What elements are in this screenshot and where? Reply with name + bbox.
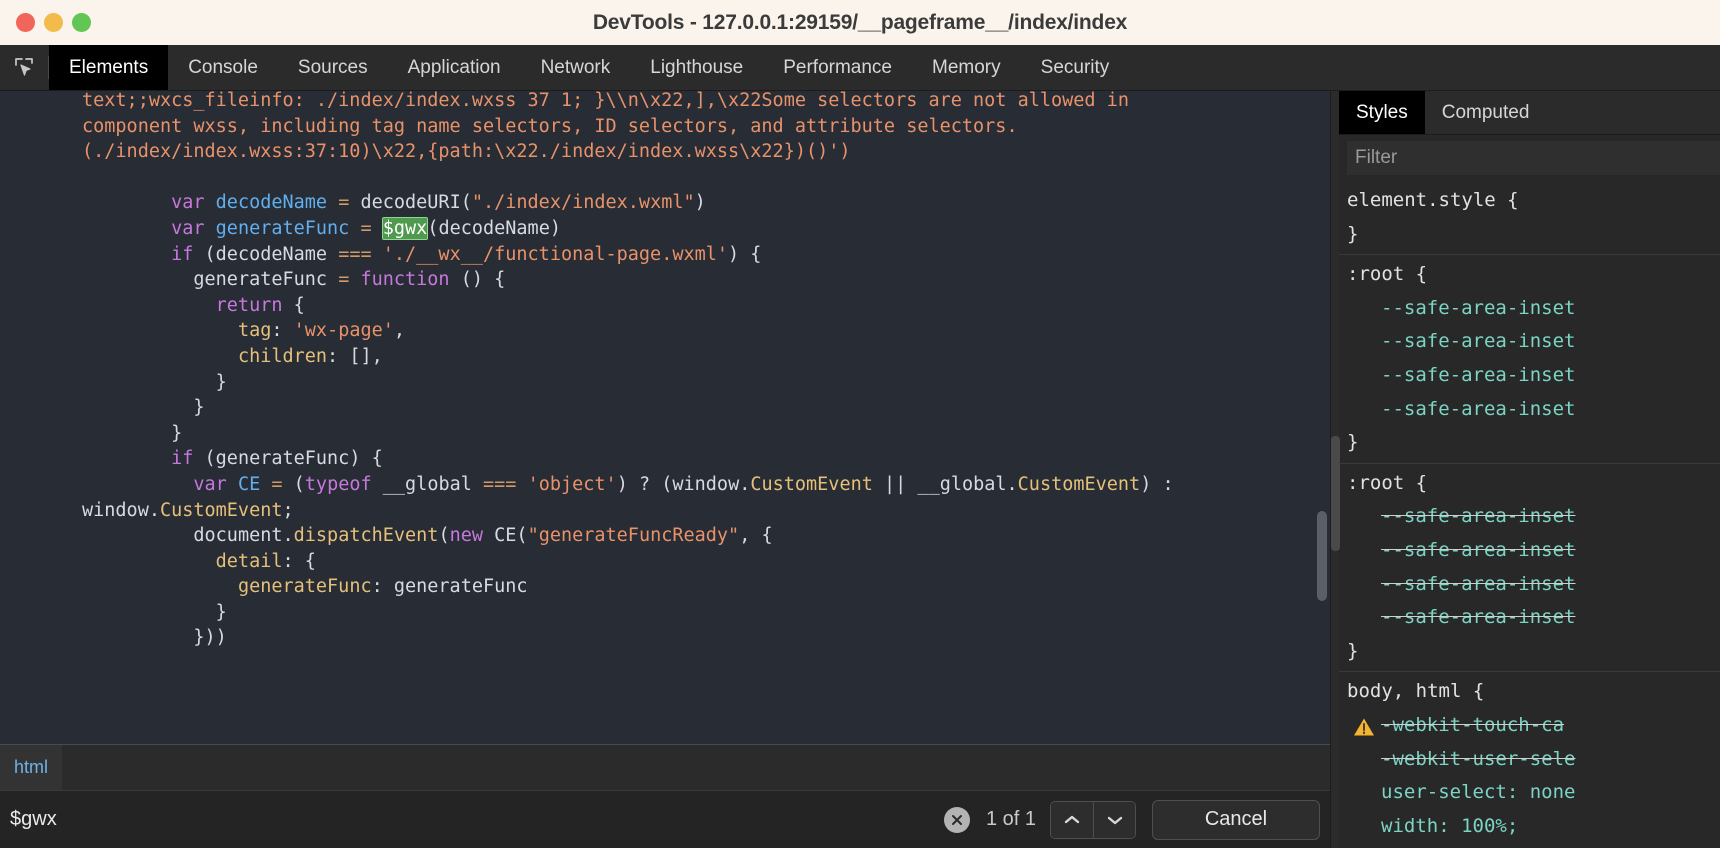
tab-lighthouse[interactable]: Lighthouse xyxy=(630,45,763,90)
code-line-generatefunc-prop: generateFunc: generateFunc xyxy=(237,576,528,598)
tab-computed[interactable]: Computed xyxy=(1425,91,1547,134)
chevron-up-icon[interactable] xyxy=(1051,801,1093,838)
cancel-button[interactable]: Cancel xyxy=(1152,799,1320,840)
inspect-element-icon[interactable] xyxy=(0,45,48,90)
tab-console[interactable]: Console xyxy=(168,45,278,90)
warning-icon xyxy=(1353,715,1375,736)
styles-filter-input[interactable] xyxy=(1347,141,1720,175)
css-rule-root-1[interactable]: :root { --safe-area-inset --safe-area-in… xyxy=(1339,255,1720,464)
css-rule-close: } xyxy=(1347,222,1359,245)
code-line-return: return { xyxy=(215,294,305,316)
search-bar: 1 of 1 Cancel xyxy=(0,790,1330,848)
code-line-brace-2: } xyxy=(193,397,205,419)
code-line-window-customevent: window.CustomEvent; xyxy=(82,499,294,521)
tab-application[interactable]: Application xyxy=(388,45,521,90)
window-title: DevTools - 127.0.0.1:29159/__pageframe__… xyxy=(592,10,1128,34)
css-declaration[interactable]: -webkit-user-sele xyxy=(1347,743,1720,777)
css-selector[interactable]: element.style { xyxy=(1347,184,1720,218)
code-line-tag: tag: 'wx-page', xyxy=(237,320,406,342)
search-match-highlight: $gwx xyxy=(381,216,429,240)
dom-source-view[interactable]: text;;wxcs_fileinfo: ./index/index.wxss … xyxy=(0,91,1330,744)
css-rule-body-html[interactable]: body, html { -webkit-touch-ca -webkit-us… xyxy=(1339,672,1720,848)
code-line-if-decodename: if (decodeName === './__wx__/functional-… xyxy=(171,243,762,265)
code-line-var-generatefunc: var generateFunc = $gwx(decodeName) xyxy=(171,216,561,240)
error-line-2: component wxss, including tag name selec… xyxy=(82,115,1018,137)
css-declaration[interactable]: --safe-area-inset xyxy=(1347,359,1720,393)
styles-tabbar: Styles Computed xyxy=(1339,91,1720,135)
code-line-brace-1: } xyxy=(215,371,227,393)
tab-styles[interactable]: Styles xyxy=(1339,91,1425,134)
window-controls xyxy=(0,13,91,32)
css-declaration[interactable]: --safe-area-inset xyxy=(1347,393,1720,427)
css-selector[interactable]: :root { xyxy=(1347,258,1720,292)
css-declaration[interactable]: --safe-area-inset xyxy=(1347,601,1720,635)
css-declaration[interactable]: --safe-area-inset xyxy=(1347,568,1720,602)
css-declaration[interactable]: --safe-area-inset xyxy=(1347,292,1720,326)
close-button[interactable] xyxy=(16,13,35,32)
devtools-tabbar: Elements Console Sources Application Net… xyxy=(0,45,1720,91)
css-declaration[interactable]: user-select: none xyxy=(1347,776,1720,810)
window-titlebar: DevTools - 127.0.0.1:29159/__pageframe__… xyxy=(0,0,1720,45)
code-line-var-decodename: var decodeName = decodeURI("./index/inde… xyxy=(171,192,706,214)
chevron-down-icon[interactable] xyxy=(1093,801,1135,838)
styles-pane: Styles Computed element.style { } :root … xyxy=(1330,91,1720,848)
search-input[interactable] xyxy=(10,808,944,831)
code-line-brace-3: } xyxy=(171,422,183,444)
code-line-assign-function: generateFunc = function () { xyxy=(193,269,506,291)
code-line-if-generatefunc: if (generateFunc) { xyxy=(171,448,383,470)
search-nav-group xyxy=(1050,800,1136,839)
css-declaration[interactable]: -webkit-touch-ca xyxy=(1347,709,1720,743)
pane-resizer[interactable] xyxy=(1330,91,1340,848)
tab-performance[interactable]: Performance xyxy=(763,45,912,90)
styles-column: Styles Computed element.style { } :root … xyxy=(1339,91,1720,848)
devtools-body: text;;wxcs_fileinfo: ./index/index.wxss … xyxy=(0,91,1720,848)
tab-memory[interactable]: Memory xyxy=(912,45,1021,90)
search-match-count: 1 of 1 xyxy=(985,808,1036,830)
source-code: text;;wxcs_fileinfo: ./index/index.wxss … xyxy=(0,91,1316,651)
css-declaration[interactable]: --safe-area-inset xyxy=(1347,325,1720,359)
code-line-brace-4: } xyxy=(215,601,227,623)
tab-elements[interactable]: Elements xyxy=(49,45,169,90)
code-line-var-ce: var CE = (typeof __global === 'object') … xyxy=(193,473,1174,495)
code-line-detail: detail: { xyxy=(215,550,316,572)
zoom-button[interactable] xyxy=(72,13,91,32)
code-line-dispatchevent: document.dispatchEvent(new CE("generateF… xyxy=(193,525,773,547)
error-line-1: text;;wxcs_fileinfo: ./index/index.wxss … xyxy=(82,91,1129,111)
tab-security[interactable]: Security xyxy=(1021,45,1130,90)
css-declaration[interactable]: --safe-area-inset xyxy=(1347,534,1720,568)
tab-network[interactable]: Network xyxy=(521,45,631,90)
css-declaration[interactable]: --safe-area-inset xyxy=(1347,500,1720,534)
error-line-3: (./index/index.wxss:37:10)\x22,{path:\x2… xyxy=(82,141,851,163)
css-rule-root-2[interactable]: :root { --safe-area-inset --safe-area-in… xyxy=(1339,464,1720,673)
devtools-window: DevTools - 127.0.0.1:29159/__pageframe__… xyxy=(0,0,1720,848)
watermark: @稀土掘金技术社区 xyxy=(1539,844,1710,848)
css-selector[interactable]: body, html { xyxy=(1347,675,1720,709)
css-rule-close: } xyxy=(1347,639,1359,662)
css-selector[interactable]: :root { xyxy=(1347,467,1720,501)
panel-tabs: Elements Console Sources Application Net… xyxy=(49,45,1129,90)
breadcrumb: html xyxy=(0,744,1330,790)
css-rule-close: } xyxy=(1347,431,1359,454)
css-declaration[interactable]: width: 100%; xyxy=(1347,810,1720,844)
code-vertical-scrollbar[interactable] xyxy=(1317,511,1327,601)
elements-pane: text;;wxcs_fileinfo: ./index/index.wxss … xyxy=(0,91,1330,848)
breadcrumb-item-html[interactable]: html xyxy=(0,745,63,790)
styles-filter-row xyxy=(1339,135,1720,181)
css-rule-element-style[interactable]: element.style { } xyxy=(1339,181,1720,256)
minimize-button[interactable] xyxy=(44,13,63,32)
tab-sources[interactable]: Sources xyxy=(278,45,388,90)
code-line-children: children: [], xyxy=(237,345,383,367)
code-line-brace-5: })) xyxy=(193,627,227,649)
css-rules-list: element.style { } :root { --safe-area-in… xyxy=(1339,181,1720,848)
clear-search-icon[interactable] xyxy=(943,806,970,833)
